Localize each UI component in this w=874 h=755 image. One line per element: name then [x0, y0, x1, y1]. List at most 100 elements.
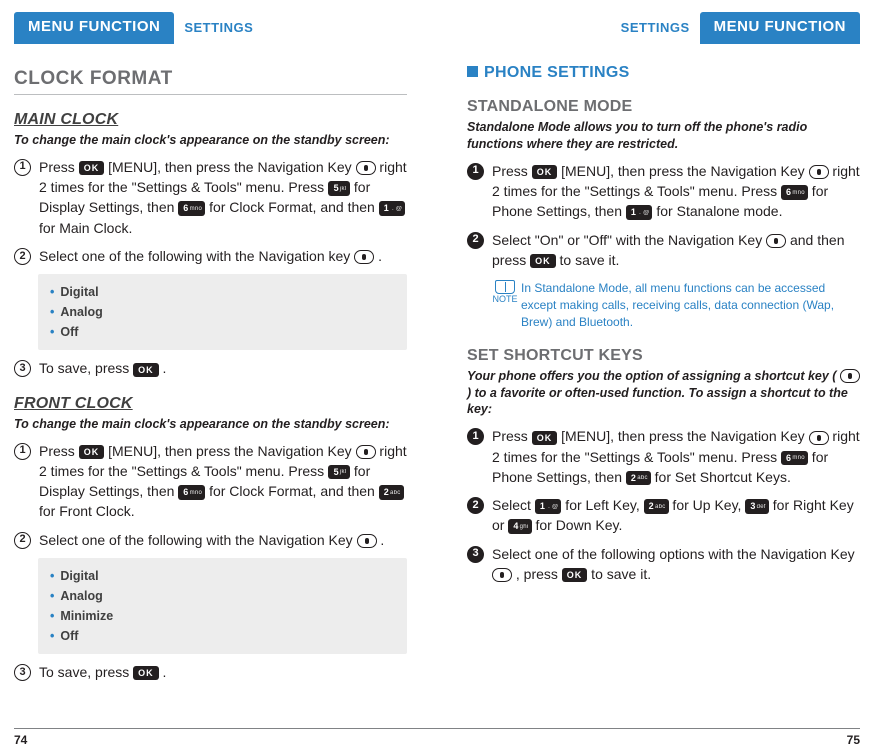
steps-main-clock: 1Press OK [MENU], then press the Navigat…	[14, 157, 407, 379]
step-number-icon: 2	[14, 532, 31, 549]
numkey-6-icon: 6mno	[178, 485, 205, 500]
heading-set-shortcut-keys: SET SHORTCUT KEYS	[467, 347, 860, 365]
step-number-icon: 1	[14, 159, 31, 176]
nav-key-icon	[354, 250, 374, 264]
heading-standalone-mode: STANDALONE MODE	[467, 98, 860, 116]
options-box: •Digital•Analog•Off	[38, 274, 407, 350]
intro-standalone: Standalone Mode allows you to turn off t…	[467, 119, 860, 153]
step-number-icon: 2	[14, 248, 31, 265]
nav-key-icon	[809, 165, 829, 179]
nav-key-icon	[809, 431, 829, 445]
nav-key-icon	[356, 161, 376, 175]
section-heading-clock-format: CLOCK FORMAT	[14, 68, 407, 95]
step-number-icon: 3	[467, 546, 484, 563]
option-row: •Digital	[50, 282, 395, 302]
option-row: •Off	[50, 322, 395, 342]
step-number-icon: 1	[467, 428, 484, 445]
step-number-icon: 3	[14, 664, 31, 681]
page-left: MENU FUNCTION SETTINGS CLOCK FORMAT MAIN…	[0, 0, 437, 755]
heading-front-clock: FRONT CLOCK	[14, 395, 407, 413]
spread: MENU FUNCTION SETTINGS CLOCK FORMAT MAIN…	[0, 0, 874, 755]
numkey-2-icon: 2abc	[626, 471, 651, 486]
numkey-2-icon: 2abc	[644, 499, 669, 514]
option-row: •Analog	[50, 302, 395, 322]
footer-rule-right	[437, 728, 860, 729]
ok-key-icon: OK	[79, 161, 105, 175]
ok-key-icon: OK	[532, 431, 558, 445]
step-body: Select one of the following options with…	[492, 544, 860, 585]
step-number-icon: 3	[14, 360, 31, 377]
note-standalone: NOTE In Standalone Mode, all menu functi…	[489, 280, 860, 330]
step: 2 Select "On" or "Off" with the Navigatio…	[467, 230, 860, 271]
step-body: To save, press OK .	[39, 662, 407, 682]
step-body: Select one of the following with the Nav…	[39, 530, 407, 550]
note-label: NOTE	[492, 294, 517, 304]
ok-key-icon: OK	[530, 254, 556, 268]
tab-inactive-left: SETTINGS	[174, 12, 263, 35]
option-row: •Digital	[50, 566, 395, 586]
step-body: Select "On" or "Off" with the Navigation…	[492, 230, 860, 271]
numkey-1-icon: 1 . @	[379, 201, 406, 216]
step-body: To save, press OK .	[39, 358, 407, 378]
numkey-6-icon: 6mno	[781, 451, 808, 466]
step: 3 To save, press OK .	[14, 662, 407, 682]
intro-front-clock: To change the main clock's appearance on…	[14, 416, 407, 433]
option-row: •Off	[50, 626, 395, 646]
step: 1Press OK [MENU], then press the Navigat…	[14, 157, 407, 238]
step-body: Press OK [MENU], then press the Navigati…	[492, 426, 860, 487]
step: 3 To save, press OK .	[14, 358, 407, 378]
numkey-3-icon: 3def	[745, 499, 769, 514]
step-body: Press OK [MENU], then press the Navigati…	[492, 161, 860, 222]
ok-key-icon: OK	[562, 568, 588, 582]
ok-key-icon: OK	[79, 445, 105, 459]
steps-standalone: 1Press OK [MENU], then press the Navigat…	[467, 161, 860, 270]
ok-key-icon: OK	[133, 363, 159, 377]
heading-main-clock: MAIN CLOCK	[14, 111, 407, 129]
options-wrapper: •Digital•Analog•Off	[14, 274, 407, 350]
step-number-icon: 1	[14, 443, 31, 460]
options-wrapper: •Digital•Analog•Minimize•Off	[14, 558, 407, 654]
nav-key-icon	[766, 234, 786, 248]
step: 2 Select one of the following with the Na…	[14, 530, 407, 550]
step: 1Press OK [MENU], then press the Navigat…	[467, 161, 860, 222]
steps-front-clock: 1 Press OK [MENU], then press the Navigat…	[14, 441, 407, 683]
nav-key-icon	[357, 534, 377, 548]
section-heading-phone-settings: PHONE SETTINGS	[467, 64, 860, 82]
page-number-left: 74	[14, 733, 27, 747]
step-body: Select one of the following with the Nav…	[39, 246, 407, 266]
numkey-5-icon: 5jkl	[328, 181, 350, 196]
book-icon	[495, 280, 515, 294]
nav-key-icon	[840, 369, 860, 383]
ok-key-icon: OK	[133, 666, 159, 680]
tab-inactive-right: SETTINGS	[611, 12, 700, 35]
note-text: In Standalone Mode, all menu functions c…	[521, 280, 860, 330]
footer-rule-left	[14, 728, 437, 729]
options-box: •Digital•Analog•Minimize•Off	[38, 558, 407, 654]
tab-row-left: MENU FUNCTION SETTINGS	[14, 12, 407, 46]
tab-active-right: MENU FUNCTION	[700, 12, 860, 42]
step-number-icon: 2	[467, 232, 484, 249]
numkey-6-icon: 6mno	[781, 185, 808, 200]
intro-shortcut: Your phone offers you the option of assi…	[467, 368, 860, 419]
step: 1 Press OK [MENU], then press the Navigat…	[467, 426, 860, 487]
section-heading-phone-settings-text: PHONE SETTINGS	[484, 64, 630, 81]
page-right: SETTINGS MENU FUNCTION PHONE SETTINGS ST…	[437, 0, 874, 755]
ok-key-icon: OK	[532, 165, 558, 179]
intro-main-clock: To change the main clock's appearance on…	[14, 132, 407, 149]
numkey-5-icon: 5jkl	[328, 465, 350, 480]
nav-key-icon	[356, 445, 376, 459]
step-body: Press OK [MENU], then press the Navigati…	[39, 441, 407, 522]
note-icon: NOTE	[489, 280, 521, 330]
page-number-right: 75	[847, 733, 860, 747]
numkey-2-icon: 2abc	[379, 485, 404, 500]
option-row: •Analog	[50, 586, 395, 606]
nav-key-icon	[492, 568, 512, 582]
step: 3 Select one of the following options wit…	[467, 544, 860, 585]
step: 1 Press OK [MENU], then press the Navigat…	[14, 441, 407, 522]
step-body: Select 1 . @ for Left Key, 2abc for Up K…	[492, 495, 860, 536]
numkey-6-icon: 6mno	[178, 201, 205, 216]
step: 2 Select one of the following with the Na…	[14, 246, 407, 266]
tab-row-right: SETTINGS MENU FUNCTION	[467, 12, 860, 46]
numkey-1-icon: 1 . @	[535, 499, 562, 514]
step-number-icon: 2	[467, 497, 484, 514]
